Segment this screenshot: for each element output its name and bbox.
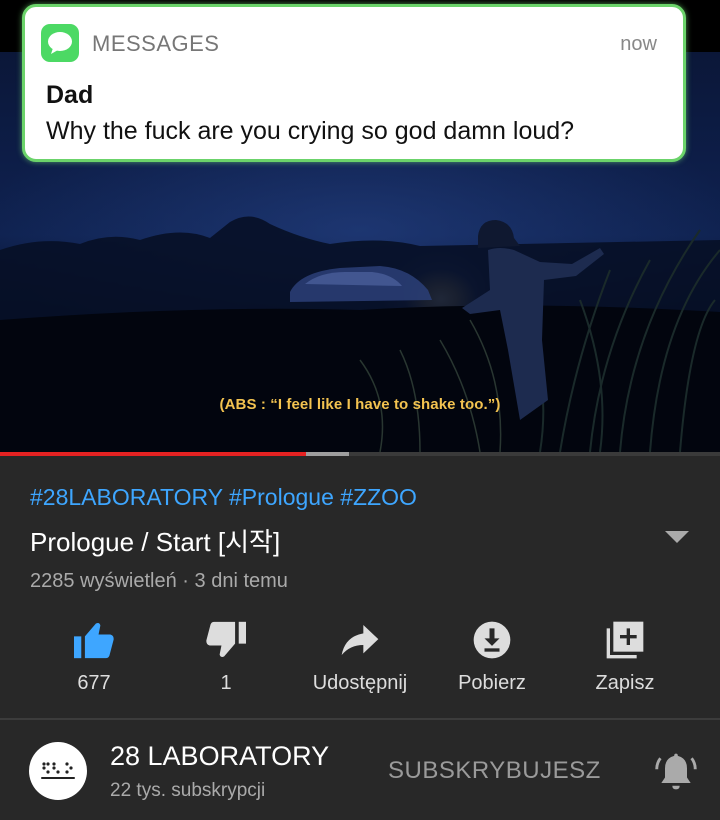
thumbs-down-icon [206,621,246,657]
divider [0,718,720,720]
download-label: Pobierz [458,672,526,694]
share-icon [341,625,379,655]
progress-played [0,452,306,456]
notification-body: Why the fuck are you crying so god damn … [46,117,575,145]
video-subtitle: (ABS : “I feel like I have to shake too.… [219,396,501,413]
dislike-count: 1 [220,672,232,694]
channel-logo [41,762,75,779]
add-to-playlist-icon [606,621,644,659]
video-title: Prologue / Start [시작] [30,527,281,557]
progress-buffered [306,452,350,456]
like-count: 677 [77,672,111,694]
save-button[interactable]: Zapisz [555,612,695,695]
action-bar: 677 1 Udostępnij Pobierz Zapisz [0,612,720,712]
video-hashtags[interactable]: #28LABORATORY #Prologue #ZZOO [30,484,417,511]
download-button[interactable]: Pobierz [422,612,562,695]
thumbs-up-icon [74,623,114,659]
subscribed-button[interactable]: SUBSKRYBUJESZ [388,757,601,785]
notification-sender: Dad [46,81,94,109]
subscriber-count: 22 tys. subskrypcji [110,780,266,801]
video-player[interactable]: (ABS : “I feel like I have to shake too.… [0,0,720,452]
notification-time: now [620,33,657,55]
video-progress-bar[interactable] [0,452,720,456]
like-button[interactable]: 677 [24,612,164,695]
message-notification[interactable]: MESSAGES now Dad Why the fuck are you cr… [22,4,686,162]
save-label: Zapisz [595,672,655,694]
expand-description-icon[interactable] [664,530,690,544]
messages-app-icon [41,24,79,62]
channel-avatar[interactable] [29,742,87,800]
share-label: Udostępnij [312,672,408,694]
video-meta: 2285 wyświetleń · 3 dni temu [30,570,288,592]
download-icon [473,621,511,659]
notification-app-name: MESSAGES [92,31,220,56]
dislike-button[interactable]: 1 [156,612,296,695]
channel-name[interactable]: 28 LABORATORY [110,741,329,772]
share-button[interactable]: Udostępnij [290,612,430,695]
notification-bell-icon[interactable] [654,750,698,794]
